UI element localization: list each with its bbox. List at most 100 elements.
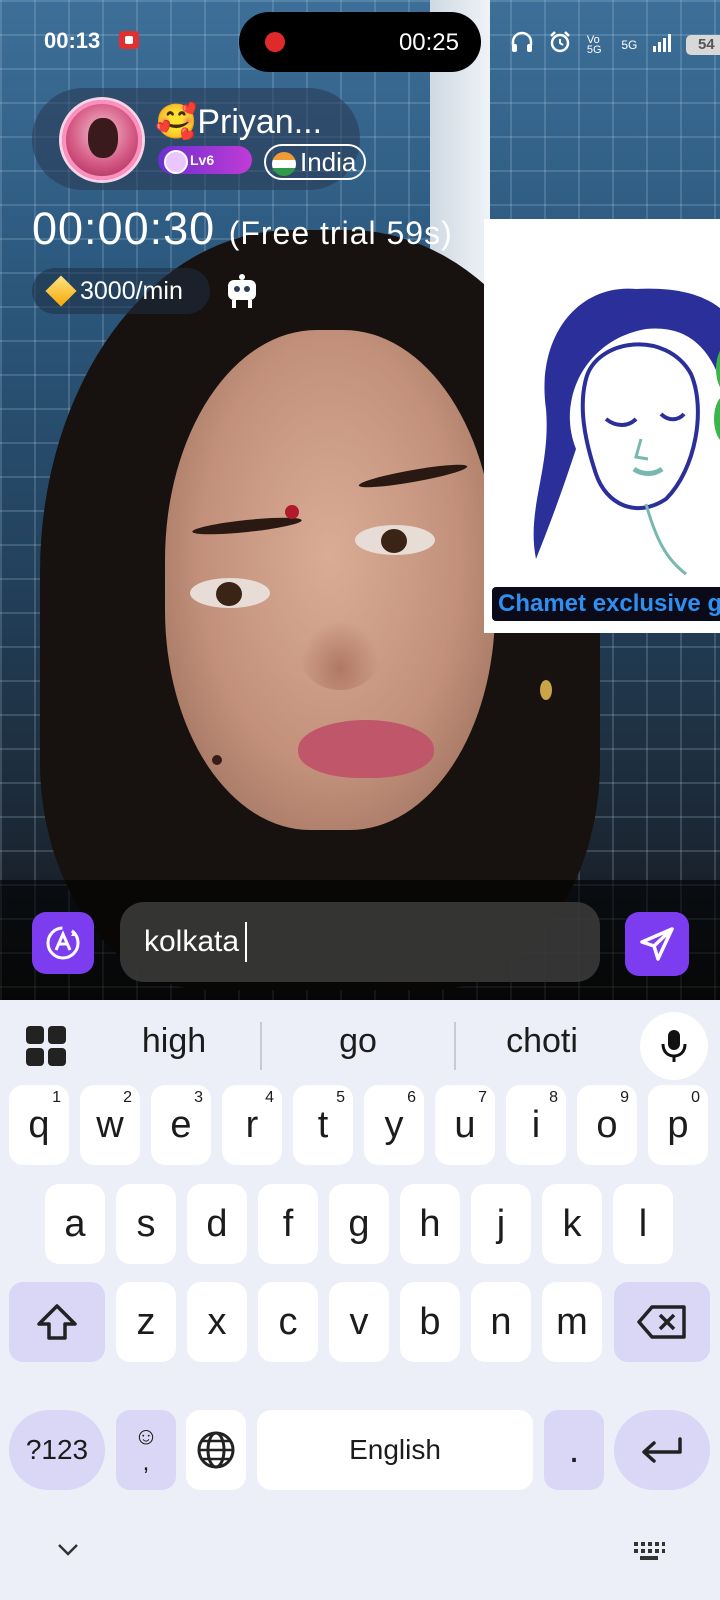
keyboard-apps-icon[interactable] [26, 1026, 66, 1066]
symbols-key[interactable]: ?123 [9, 1410, 105, 1490]
battery-level: 54 [686, 34, 720, 55]
key-o[interactable]: o9 [577, 1085, 637, 1165]
recording-dot-icon [265, 32, 285, 52]
key-label: m [556, 1300, 588, 1343]
key-label: v [349, 1300, 369, 1343]
india-flag-icon [272, 152, 296, 176]
call-elapsed: 00:00:30 [32, 203, 216, 254]
earring [540, 680, 552, 700]
key-i[interactable]: i8 [506, 1085, 566, 1165]
woman-illustration-icon [533, 288, 720, 576]
key-j[interactable]: j [471, 1184, 531, 1264]
screen-record-icon [119, 31, 139, 49]
level-badge: Lv6 [158, 146, 252, 174]
key-p[interactable]: p0 [648, 1085, 708, 1165]
key-label: j [496, 1202, 506, 1245]
key-label: k [562, 1202, 582, 1245]
free-trial-label: (Free trial 59s) [228, 215, 453, 251]
key-label: o [596, 1103, 618, 1146]
message-input-value: kolkata [144, 925, 240, 958]
key-m[interactable]: m [542, 1282, 602, 1362]
key-label: g [348, 1202, 370, 1245]
chat-input-row: kolkata [0, 882, 720, 1000]
send-icon [640, 927, 674, 961]
key-number-hint: 7 [478, 1089, 487, 1106]
space-key[interactable]: English [257, 1410, 533, 1490]
network-type: 5G [621, 37, 638, 52]
emoji-comma-key[interactable]: ☺ , [116, 1410, 176, 1490]
key-f[interactable]: f [258, 1184, 318, 1264]
key-number-hint: 1 [52, 1089, 61, 1106]
recording-pill[interactable]: 00:25 [239, 12, 481, 72]
suggestion-2[interactable]: go [268, 1022, 448, 1061]
key-label: z [136, 1300, 156, 1343]
key-label: q [28, 1103, 50, 1146]
status-icons: Vo 5G 5G 54 [510, 30, 720, 59]
key-t[interactable]: t5 [293, 1085, 353, 1165]
key-number-hint: 8 [549, 1089, 558, 1106]
promo-label: Chamet exclusive g [492, 587, 720, 621]
profile-card[interactable]: 🥰Priyan... Lv6 India [32, 88, 366, 190]
key-label: b [419, 1300, 441, 1343]
shift-key[interactable] [9, 1282, 105, 1362]
key-l[interactable]: l [613, 1184, 673, 1264]
language-key[interactable] [186, 1410, 246, 1490]
key-number-hint: 2 [123, 1089, 132, 1106]
headphones-icon [510, 31, 534, 58]
key-v[interactable]: v [329, 1282, 389, 1362]
country-label: India [300, 147, 357, 177]
rate-badge: 3000/min [32, 268, 210, 314]
suggestion-3[interactable]: choti [452, 1022, 632, 1061]
period-key[interactable]: . [544, 1410, 604, 1490]
translate-button[interactable] [32, 912, 94, 974]
backspace-key[interactable] [614, 1282, 710, 1362]
key-a[interactable]: a [45, 1184, 105, 1264]
key-label: c [278, 1300, 298, 1343]
enter-key[interactable] [614, 1410, 710, 1490]
recording-timer: 00:25 [398, 29, 459, 56]
left-eye [190, 578, 270, 608]
suggestion-divider [260, 1022, 262, 1070]
key-h[interactable]: h [400, 1184, 460, 1264]
key-label: r [245, 1103, 259, 1146]
key-number-hint: 9 [620, 1089, 629, 1106]
avatar[interactable] [62, 100, 142, 180]
status-bar: 00:13 00:25 Vo 5G 5G 54 [0, 0, 720, 80]
rate-value: 3000/min [80, 277, 183, 305]
key-u[interactable]: u7 [435, 1085, 495, 1165]
key-s[interactable]: s [116, 1184, 176, 1264]
voice-input-button[interactable] [640, 1012, 708, 1080]
key-n[interactable]: n [471, 1282, 531, 1362]
key-b[interactable]: b [400, 1282, 460, 1362]
keyboard-switch-icon[interactable] [632, 1540, 666, 1562]
key-w[interactable]: w2 [80, 1085, 140, 1165]
key-x[interactable]: x [187, 1282, 247, 1362]
key-label: h [419, 1202, 441, 1245]
key-label: y [384, 1103, 404, 1146]
key-r[interactable]: r4 [222, 1085, 282, 1165]
key-label: d [206, 1202, 228, 1245]
key-z[interactable]: z [116, 1282, 176, 1362]
shift-icon [37, 1304, 77, 1340]
key-label: u [454, 1103, 476, 1146]
promo-panel[interactable]: Chamet exclusive g [484, 219, 720, 633]
alarm-icon [548, 30, 572, 59]
key-g[interactable]: g [329, 1184, 389, 1264]
hide-keyboard-chevron-down-icon[interactable] [56, 1538, 80, 1562]
send-button[interactable] [625, 912, 689, 976]
key-q[interactable]: q1 [9, 1085, 69, 1165]
key-y[interactable]: y6 [364, 1085, 424, 1165]
suggestion-1[interactable]: high [84, 1022, 264, 1061]
country-badge: India [264, 144, 366, 180]
key-number-hint: 4 [265, 1089, 274, 1106]
robot-icon[interactable] [224, 274, 260, 308]
key-k[interactable]: k [542, 1184, 602, 1264]
message-input[interactable]: kolkata [120, 902, 600, 982]
key-e[interactable]: e3 [151, 1085, 211, 1165]
text-caret [245, 922, 248, 962]
suggestion-strip: high go choti [0, 1000, 720, 1090]
emoji-icon: ☺ [133, 1423, 159, 1450]
key-label: i [531, 1103, 541, 1146]
key-d[interactable]: d [187, 1184, 247, 1264]
key-c[interactable]: c [258, 1282, 318, 1362]
